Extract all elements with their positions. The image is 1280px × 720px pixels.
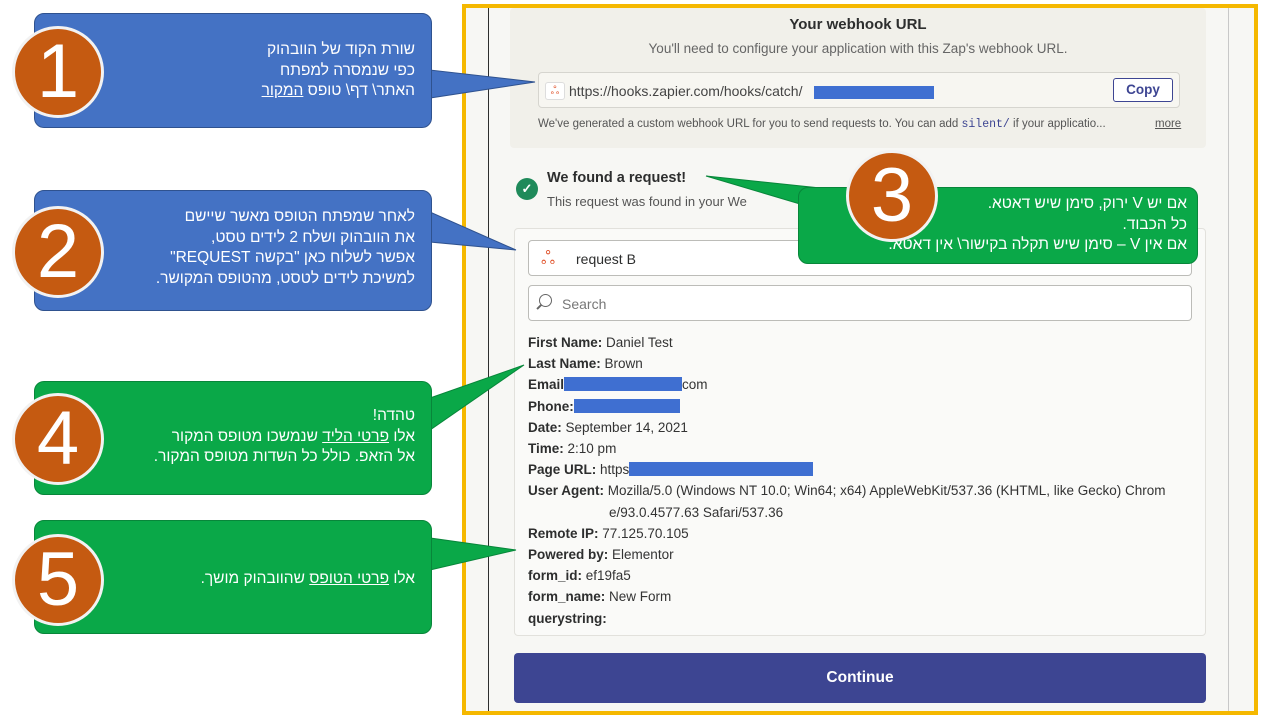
callout-1-text: שורת הקוד של הוובהוק כפי שנמסרה למפתח הא… — [262, 40, 415, 102]
callout-1-line: שורת הקוד של הוובהוק — [266, 41, 415, 58]
callout-2-line: אפשר לשלוח כאן "בקשה REQUEST" — [170, 249, 415, 266]
callout-1-underlined: המקור — [261, 82, 304, 99]
callout-5-text: אלו פרטי הטופס שהוובהוק מושך. — [201, 569, 415, 590]
callout-2-line: את הוובהוק ושלח 2 לידים טסט, — [211, 228, 415, 246]
callout-5-tail — [429, 537, 517, 571]
callout-2-line: לאחר שמפתח הטופס מאשר שיישם — [184, 208, 415, 225]
callout-2-line: למשיכת לידים לטסט, מהטופס המקושר. — [155, 269, 415, 287]
callout-4-line: אל הזאפ. כולל כל השדות מטופס המקור. — [153, 448, 415, 465]
callout-4-text: טהדה! אלו פרטי הליד שנמשכו מטופס המקור א… — [154, 406, 415, 468]
step-number-1: 1 — [12, 26, 104, 118]
callout-1-line: כפי שנמסרה למפתח — [280, 61, 415, 79]
step-number-2: 2 — [12, 206, 104, 298]
callout-2-tail — [429, 211, 517, 251]
callout-3-line: אם אין V – סימן שיש תקלה בקישור\ אין דאט… — [888, 236, 1187, 253]
callout-4-underlined: פרטי הליד — [322, 427, 390, 445]
step-number-4: 4 — [12, 393, 104, 485]
step-number-3: 3 — [846, 150, 938, 242]
callout-5-span: אלו — [389, 570, 415, 587]
callout-5-span: שהוובהוק מושך. — [200, 570, 310, 587]
callout-3-line: כל הכבוד. — [1122, 215, 1188, 233]
callout-4-line: טהדה! — [372, 407, 415, 424]
callout-4-tail — [429, 364, 525, 431]
callout-1-span: האתר\ דף\ טופס — [303, 82, 415, 99]
callout-2-text: לאחר שמפתח הטופס מאשר שיישם את הוובהוק ו… — [156, 207, 415, 289]
callout-4-line: אלו פרטי הליד שנמשכו מטופס המקור — [154, 427, 415, 448]
callout-5-line: אלו פרטי הטופס שהוובהוק מושך. — [201, 569, 415, 590]
callout-4-span: שנמשכו מטופס המקור — [171, 427, 323, 445]
step-number-5: 5 — [12, 534, 104, 626]
callout-4-span: אלו — [389, 427, 415, 445]
callout-1-line: האתר\ דף\ טופס המקור — [262, 81, 415, 102]
callout-5-underlined: פרטי הטופס — [309, 570, 390, 587]
callout-1-tail — [429, 69, 536, 99]
